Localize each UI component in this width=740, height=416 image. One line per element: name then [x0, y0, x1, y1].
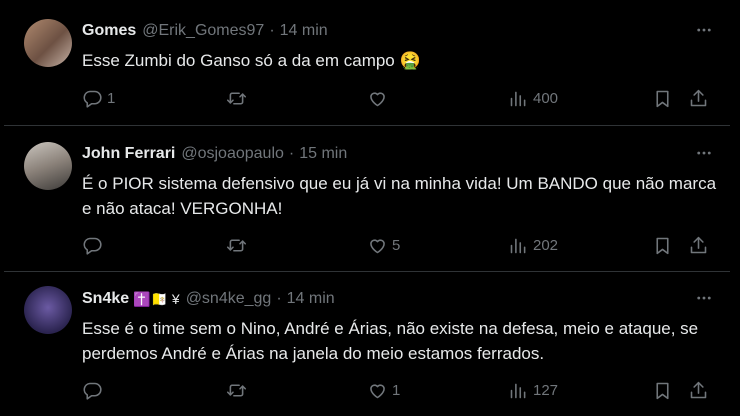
bookmark-icon [656, 90, 669, 107]
views-button[interactable]: 202 [508, 235, 558, 256]
display-name[interactable]: Gomes [82, 22, 136, 40]
avatar[interactable] [24, 19, 72, 67]
bookmark-icon [656, 237, 669, 254]
tweet-content: John Ferrari @osjoaopaulo · 15 min É o P… [82, 143, 720, 221]
avatar[interactable] [24, 142, 72, 190]
action-bar: 5 202 [82, 233, 722, 257]
share-button[interactable] [688, 88, 709, 109]
bookmark-button[interactable] [652, 88, 673, 109]
display-name[interactable]: John Ferrari [82, 145, 175, 163]
reply-button[interactable] [82, 235, 107, 256]
more-icon[interactable] [692, 20, 716, 40]
like-icon [370, 238, 385, 253]
views-count: 127 [533, 381, 559, 399]
user-handle[interactable]: @Erik_Gomes97 [142, 22, 264, 40]
more-icon[interactable] [692, 143, 716, 163]
like-count: 5 [392, 236, 401, 254]
timestamp[interactable]: 14 min [287, 290, 335, 308]
tweet-text: É o PIOR sistema defensivo que eu já vi … [82, 174, 717, 218]
timestamp[interactable]: 15 min [299, 145, 347, 163]
share-icon [690, 89, 707, 106]
like-button[interactable]: 1 [367, 380, 400, 401]
separator: · [269, 22, 275, 39]
retweet-icon [226, 238, 247, 252]
views-button[interactable]: 400 [508, 88, 558, 109]
views-icon [510, 383, 526, 398]
reply-icon [83, 90, 102, 108]
share-button[interactable] [688, 380, 709, 401]
tweet-text: Esse é o time sem o Nino, André e Árias,… [82, 319, 699, 363]
like-icon [370, 383, 385, 398]
views-icon [510, 238, 526, 253]
reply-button[interactable] [82, 380, 107, 401]
tweet-header: John Ferrari @osjoaopaulo · 15 min [82, 143, 720, 165]
bookmark-button[interactable] [652, 235, 673, 256]
name-badges: ✝️🇻🇦 ¥ [133, 290, 180, 307]
reply-icon [83, 382, 102, 400]
retweet-button[interactable] [226, 88, 251, 109]
tweet-content: Sn4ke ✝️🇻🇦 ¥ @sn4ke_gg · 14 min Esse é o… [82, 288, 720, 366]
tweet[interactable]: John Ferrari @osjoaopaulo · 15 min É o P… [4, 126, 730, 272]
views-count: 202 [533, 236, 559, 254]
tweet-header: Sn4ke ✝️🇻🇦 ¥ @sn4ke_gg · 14 min [82, 288, 720, 310]
retweet-icon [226, 91, 247, 105]
more-icon[interactable] [692, 288, 716, 308]
share-button[interactable] [688, 235, 709, 256]
views-count: 400 [533, 89, 559, 107]
reply-icon [83, 237, 102, 255]
reply-count: 1 [107, 89, 116, 107]
retweet-icon [226, 383, 247, 397]
retweet-button[interactable] [226, 380, 251, 401]
tweet-content: Gomes @Erik_Gomes97 · 14 min Esse Zumbi … [82, 20, 720, 73]
views-icon [510, 91, 526, 106]
retweet-button[interactable] [226, 235, 251, 256]
timestamp[interactable]: 14 min [280, 22, 328, 40]
reply-button[interactable]: 1 [82, 88, 115, 109]
tweet[interactable]: Sn4ke ✝️🇻🇦 ¥ @sn4ke_gg · 14 min Esse é o… [4, 272, 730, 416]
like-icon [370, 91, 385, 106]
user-handle[interactable]: @sn4ke_gg [186, 290, 272, 308]
share-icon [690, 381, 707, 398]
like-button[interactable] [367, 88, 392, 109]
tweet[interactable]: Gomes @Erik_Gomes97 · 14 min Esse Zumbi … [4, 0, 730, 126]
separator: · [276, 290, 282, 307]
user-handle[interactable]: @osjoaopaulo [181, 145, 284, 163]
tweet-text: Esse Zumbi do Ganso só a da em campo 🤮 [82, 51, 421, 70]
action-bar: 1 400 [82, 86, 722, 110]
like-button[interactable]: 5 [367, 235, 400, 256]
reply-feed: Gomes @Erik_Gomes97 · 14 min Esse Zumbi … [0, 0, 740, 416]
like-count: 1 [392, 381, 401, 399]
bookmark-button[interactable] [652, 380, 673, 401]
avatar[interactable] [24, 286, 72, 334]
views-button[interactable]: 127 [508, 380, 558, 401]
action-bar: 1 127 [82, 378, 722, 402]
separator: · [288, 145, 295, 162]
bookmark-icon [656, 382, 669, 399]
share-icon [690, 236, 707, 253]
tweet-header: Gomes @Erik_Gomes97 · 14 min [82, 20, 720, 42]
display-name[interactable]: Sn4ke [82, 290, 129, 308]
